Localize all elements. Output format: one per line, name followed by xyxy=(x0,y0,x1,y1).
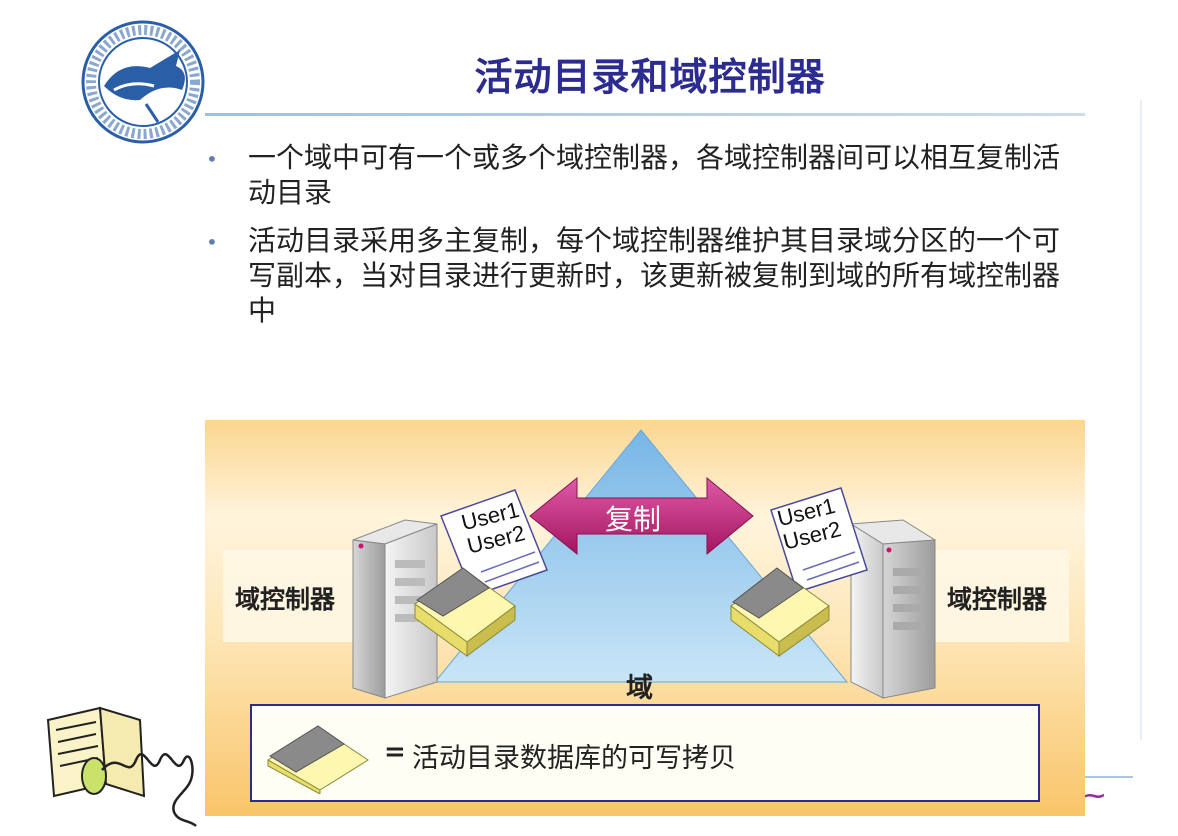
page-title: 活动目录和域控制器 xyxy=(474,55,826,99)
bullet-text: 活动目录采用多主复制，每个域控制器维护其目录域分区的一个可写副本，当对目录进行更… xyxy=(248,224,1061,327)
bullet-item: • 一个域中可有一个或多个域控制器，各域控制器间可以相互复制活动目录 xyxy=(200,140,1080,210)
title-divider xyxy=(205,113,1085,116)
domain-controller-label: 域控制器 xyxy=(947,585,1048,614)
database-book-icon xyxy=(267,725,369,794)
right-edge-rule xyxy=(1140,100,1142,740)
bullet-list: • 一个域中可有一个或多个域控制器，各域控制器间可以相互复制活动目录 • 活动目… xyxy=(200,140,1080,341)
legend-equals: = xyxy=(384,737,406,767)
replication-label: 复制 xyxy=(605,503,662,536)
dot-icon: • xyxy=(206,230,218,254)
book-mouse-icon xyxy=(40,700,205,830)
replication-diagram: User1 User2 User1 User2 域控制器 域控制器 复制 域 =… xyxy=(205,420,1085,816)
domain-label: 域 xyxy=(626,673,653,704)
dot-icon: • xyxy=(206,147,218,171)
legend-text: 活动目录数据库的可写拷贝 xyxy=(412,743,736,774)
bullet-text: 一个域中可有一个或多个域控制器，各域控制器间可以相互复制活动目录 xyxy=(248,141,1061,209)
bottom-edge-rule xyxy=(1083,776,1133,778)
domain-controller-label: 域控制器 xyxy=(235,585,336,614)
legend-box: = 活动目录数据库的可写拷贝 xyxy=(250,704,1040,802)
footer-fragment-icon: ⁓ xyxy=(1083,784,1105,809)
university-logo xyxy=(80,20,206,144)
server-icon xyxy=(849,519,937,699)
bullet-item: • 活动目录采用多主复制，每个域控制器维护其目录域分区的一个可写副本，当对目录进… xyxy=(200,223,1080,328)
